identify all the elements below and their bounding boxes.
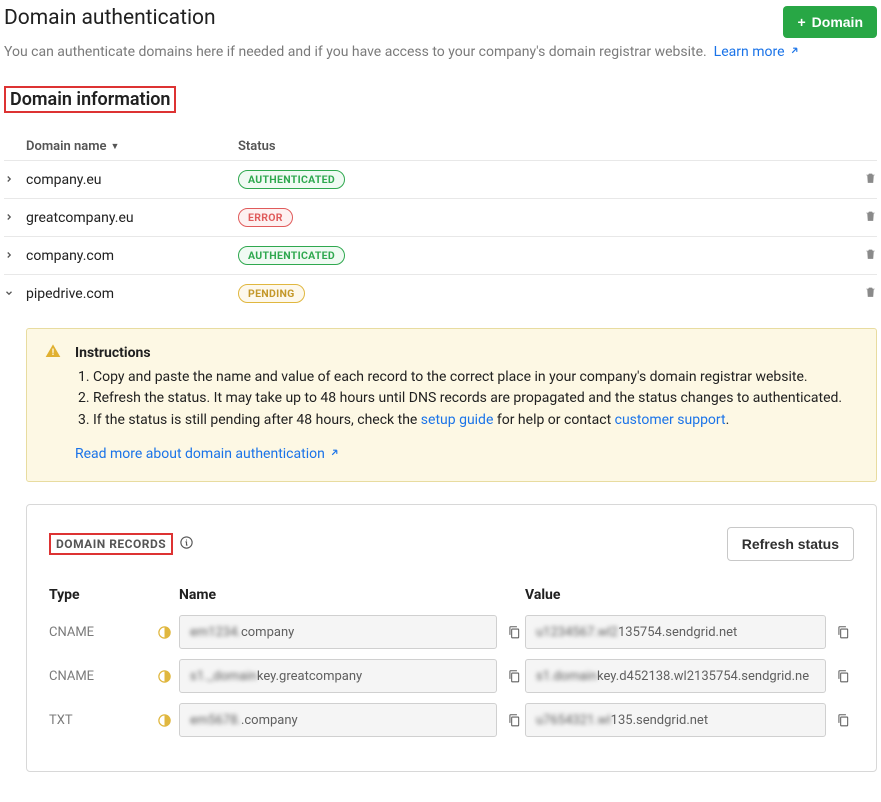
domain-name-cell: company.com — [26, 248, 238, 264]
customer-support-link[interactable]: customer support — [615, 412, 726, 428]
record-row: CNAME em1234.company u1234567.wl2135754.se… — [49, 615, 854, 649]
column-value: Value — [525, 587, 854, 603]
column-name: Name — [179, 587, 525, 603]
add-domain-label: Domain — [812, 14, 863, 30]
table-row: greatcompany.euERROR — [4, 198, 877, 236]
external-link-icon — [789, 44, 800, 60]
table-row: company.comAUTHENTICATED — [4, 236, 877, 274]
copy-button[interactable] — [503, 665, 525, 687]
status-cell: AUTHENTICATED — [238, 246, 847, 265]
domain-records-box: DOMAIN RECORDS Refresh status TypeNameValu… — [26, 504, 877, 772]
record-type: TXT — [49, 713, 149, 728]
expanded-panel: InstructionsCopy and paste the name and … — [4, 312, 877, 772]
list-item: If the status is still pending after 48 … — [93, 410, 842, 432]
delete-button[interactable] — [847, 209, 877, 227]
refresh-status-button[interactable]: Refresh status — [727, 527, 854, 561]
learn-more-link[interactable]: Learn more — [714, 44, 800, 60]
domain-name-cell: pipedrive.com — [26, 286, 238, 302]
sort-caret-icon: ▼ — [111, 141, 120, 152]
table-row: pipedrive.comPENDING — [4, 274, 877, 312]
pending-icon — [149, 713, 179, 728]
expand-toggle[interactable] — [4, 248, 26, 264]
copy-button[interactable] — [503, 709, 525, 731]
record-row: CNAME s1._domainkey.greatcompany s1.domain… — [49, 659, 854, 693]
pending-icon — [149, 625, 179, 640]
instructions-list: Copy and paste the name and value of eac… — [93, 367, 842, 432]
status-cell: ERROR — [238, 208, 847, 227]
section-heading-domain-information: Domain information — [4, 86, 176, 113]
pending-icon — [149, 669, 179, 684]
table-header: Domain name ▼ Status — [4, 133, 877, 160]
add-domain-button[interactable]: + Domain — [783, 6, 877, 38]
copy-button[interactable] — [503, 621, 525, 643]
copy-button[interactable] — [832, 665, 854, 687]
record-value-field[interactable]: u7654321.wl135.sendgrid.net — [525, 703, 826, 737]
records-header: TypeNameValue — [49, 587, 854, 603]
table-row: company.euAUTHENTICATED — [4, 160, 877, 198]
list-item: Refresh the status. It may take up to 48… — [93, 388, 842, 410]
status-badge: AUTHENTICATED — [238, 170, 345, 189]
status-cell: PENDING — [238, 284, 847, 303]
expand-toggle[interactable] — [4, 286, 26, 302]
expand-toggle[interactable] — [4, 210, 26, 226]
column-domain-name[interactable]: Domain name ▼ — [26, 139, 238, 154]
column-status: Status — [238, 139, 847, 154]
record-name-field[interactable]: s1._domainkey.greatcompany — [179, 659, 497, 693]
status-badge: AUTHENTICATED — [238, 246, 345, 265]
copy-button[interactable] — [832, 709, 854, 731]
record-value-field[interactable]: s1.domainkey.d452138.wl2135754.sendgrid.… — [525, 659, 826, 693]
read-more-link[interactable]: Read more about domain authentication — [75, 444, 340, 466]
status-cell: AUTHENTICATED — [238, 170, 847, 189]
status-badge: PENDING — [238, 284, 305, 303]
domain-name-cell: company.eu — [26, 172, 238, 188]
record-name-field[interactable]: em1234.company — [179, 615, 497, 649]
record-value-field[interactable]: u1234567.wl2135754.sendgrid.net — [525, 615, 826, 649]
external-link-icon — [329, 444, 340, 466]
plus-icon: + — [797, 14, 805, 30]
instructions-box: InstructionsCopy and paste the name and … — [26, 328, 877, 482]
setup-guide-link[interactable]: setup guide — [421, 412, 494, 428]
page-subtitle: You can authenticate domains here if nee… — [4, 44, 877, 60]
domain-records-heading: DOMAIN RECORDS — [49, 533, 173, 555]
delete-button[interactable] — [847, 285, 877, 303]
info-icon[interactable] — [179, 535, 194, 554]
delete-button[interactable] — [847, 247, 877, 265]
column-type: Type — [49, 587, 179, 603]
list-item: Copy and paste the name and value of eac… — [93, 367, 842, 389]
record-type: CNAME — [49, 625, 149, 640]
record-row: TXT em5678..company u7654321.wl135.sendgri… — [49, 703, 854, 737]
delete-button[interactable] — [847, 171, 877, 189]
record-type: CNAME — [49, 669, 149, 684]
page-title: Domain authentication — [4, 6, 216, 30]
domain-name-cell: greatcompany.eu — [26, 210, 238, 226]
instructions-heading: Instructions — [75, 343, 842, 365]
expand-toggle[interactable] — [4, 172, 26, 188]
status-badge: ERROR — [238, 208, 293, 227]
warning-icon — [45, 343, 61, 465]
copy-button[interactable] — [832, 621, 854, 643]
record-name-field[interactable]: em5678..company — [179, 703, 497, 737]
